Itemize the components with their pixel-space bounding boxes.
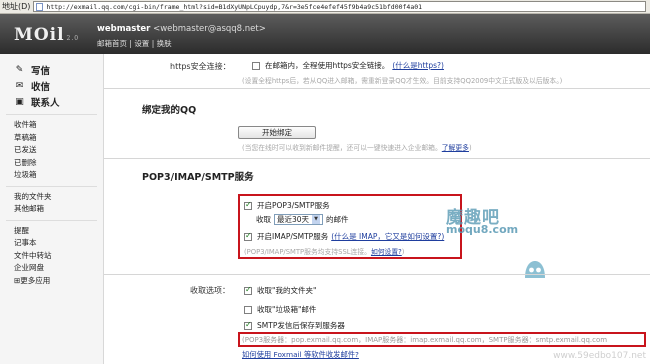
- header-links: 邮箱首页 | 设置 | 换肤: [97, 38, 172, 49]
- sidebar-item-file-transfer[interactable]: 文件中转站: [0, 250, 103, 263]
- user-email: <webmaster@asqq8.net>: [153, 24, 266, 34]
- section-divider: [104, 274, 650, 275]
- learn-more-link[interactable]: 了解更多: [442, 144, 469, 152]
- settings-panel: https安全连接： 在邮箱内，全程使用https安全链接。 (什么是https…: [104, 54, 650, 364]
- receive-spam-checkbox[interactable]: [244, 305, 252, 314]
- logo: MOil 2.0: [14, 25, 80, 45]
- receive-my-folders-option[interactable]: 收取"我的文件夹": [244, 285, 316, 296]
- watermark-logo-icon: [525, 261, 545, 278]
- contacts-icon: ▣: [15, 97, 24, 107]
- foxmail-help-link[interactable]: 如何使用 Foxmail 等软件收发邮件?: [242, 350, 359, 360]
- sidebar-item-deleted[interactable]: 已删除: [0, 157, 103, 170]
- sidebar-item-my-folders[interactable]: 我的文件夹: [0, 191, 103, 204]
- sidebar-divider: [6, 114, 97, 115]
- link-separator: |: [151, 39, 155, 48]
- user-name: webmaster: [97, 24, 151, 34]
- sidebar-divider: [6, 219, 97, 221]
- chevron-down-icon: ▼: [312, 215, 321, 224]
- pop-imap-title: POP3/IMAP/SMTP服务: [142, 172, 254, 183]
- page-icon: [36, 2, 44, 11]
- ssl-hint: (POP3/IMAP/SMTP服务均支持SSL连接。如何设置?): [244, 248, 405, 256]
- url-text: http://exmail.qq.com/cgi-bin/frame_html?…: [46, 2, 423, 11]
- sidebar-item-notepad[interactable]: 记事本: [0, 237, 103, 250]
- section-divider: [104, 88, 650, 89]
- contacts-button[interactable]: ▣ 联系人: [0, 94, 103, 110]
- switch-skin-link[interactable]: 换肤: [157, 39, 172, 48]
- https-label: https安全连接：: [170, 62, 231, 71]
- receive-range-select[interactable]: 最近30天 ▼: [274, 214, 324, 225]
- url-field[interactable]: http://exmail.qq.com/cgi-bin/frame_html?…: [33, 1, 646, 12]
- imap-option[interactable]: 开启IMAP/SMTP服务 (什么是 IMAP，它又是如何设置?): [244, 231, 444, 242]
- link-separator: |: [129, 39, 132, 48]
- sidebar: ✎ 写信 ✉ 收信 ▣ 联系人 收件箱 草稿箱 已发送 已删除 垃圾箱 我的文件…: [0, 54, 104, 364]
- pop3-checkbox[interactable]: [244, 200, 252, 210]
- pen-icon: ✎: [15, 65, 24, 75]
- user-info: webmaster <webmaster@asqq8.net>: [97, 24, 266, 34]
- watermark-url: www.59edbo107.net: [553, 351, 646, 361]
- how-to-setup-link[interactable]: 如何设置?: [371, 248, 402, 256]
- sidebar-divider: [6, 185, 97, 187]
- start-bind-button[interactable]: 开始绑定: [238, 126, 316, 139]
- sidebar-item-sent[interactable]: 已发送: [0, 144, 103, 157]
- bind-qq-title: 绑定我的QQ: [142, 105, 197, 116]
- what-is-https-link[interactable]: (什么是https?): [392, 60, 444, 71]
- smtp-save-option[interactable]: SMTP发信后保存到服务器: [244, 320, 345, 331]
- https-option[interactable]: 在邮箱内，全程使用https安全链接。 (什么是https?): [252, 60, 444, 71]
- receive-button[interactable]: ✉ 收信: [0, 78, 103, 94]
- sidebar-item-reminders[interactable]: 提醒: [0, 225, 103, 238]
- pop3-option[interactable]: 开启POP3/SMTP服务: [244, 200, 330, 211]
- address-label: 地址(D): [2, 2, 31, 11]
- receive-range-row: 收取 最近30天 ▼ 的邮件: [256, 214, 349, 225]
- sidebar-item-more-apps[interactable]: ⊞更多应用: [0, 275, 103, 288]
- compose-button[interactable]: ✎ 写信: [0, 62, 103, 78]
- imap-checkbox[interactable]: [244, 231, 252, 241]
- sidebar-item-spam[interactable]: 垃圾箱: [0, 169, 103, 182]
- sidebar-item-other-mailboxes[interactable]: 其他邮箱: [0, 203, 103, 216]
- server-addresses: (POP3服务器：pop.exmail.qq.com，IMAP服务器：imap.…: [242, 336, 608, 344]
- mail-header: MOil 2.0 webmaster <webmaster@asqq8.net> …: [0, 14, 650, 54]
- settings-link[interactable]: 设置: [134, 39, 149, 48]
- inbox-icon: ✉: [15, 81, 24, 91]
- what-is-imap-link[interactable]: (什么是 IMAP，它又是如何设置?): [331, 231, 444, 242]
- smtp-save-checkbox[interactable]: [244, 320, 252, 330]
- receive-spam-option[interactable]: 收取"垃圾箱"邮件: [244, 304, 316, 315]
- bind-qq-hint: (当您在线时可以收到新邮件提醒，还可以一键快速进入企业邮箱。了解更多): [242, 144, 472, 152]
- receive-options-label: 收取选项：: [190, 286, 230, 295]
- https-checkbox[interactable]: [252, 61, 260, 70]
- mailbox-home-link[interactable]: 邮箱首页: [97, 39, 127, 48]
- sidebar-item-drafts[interactable]: 草稿箱: [0, 132, 103, 145]
- receive-my-folders-checkbox[interactable]: [244, 285, 252, 295]
- section-divider: [104, 158, 650, 159]
- sidebar-item-netdisk[interactable]: 企业网盘: [0, 262, 103, 275]
- watermark-subtitle: moqu8.com: [446, 223, 519, 236]
- sidebar-item-inbox[interactable]: 收件箱: [0, 119, 103, 132]
- https-hint: (设置全程https后，若从QQ进入邮箱，需重新登录QQ才生效。目前支持QQ20…: [242, 77, 563, 85]
- address-bar: 地址(D) http://exmail.qq.com/cgi-bin/frame…: [0, 0, 650, 14]
